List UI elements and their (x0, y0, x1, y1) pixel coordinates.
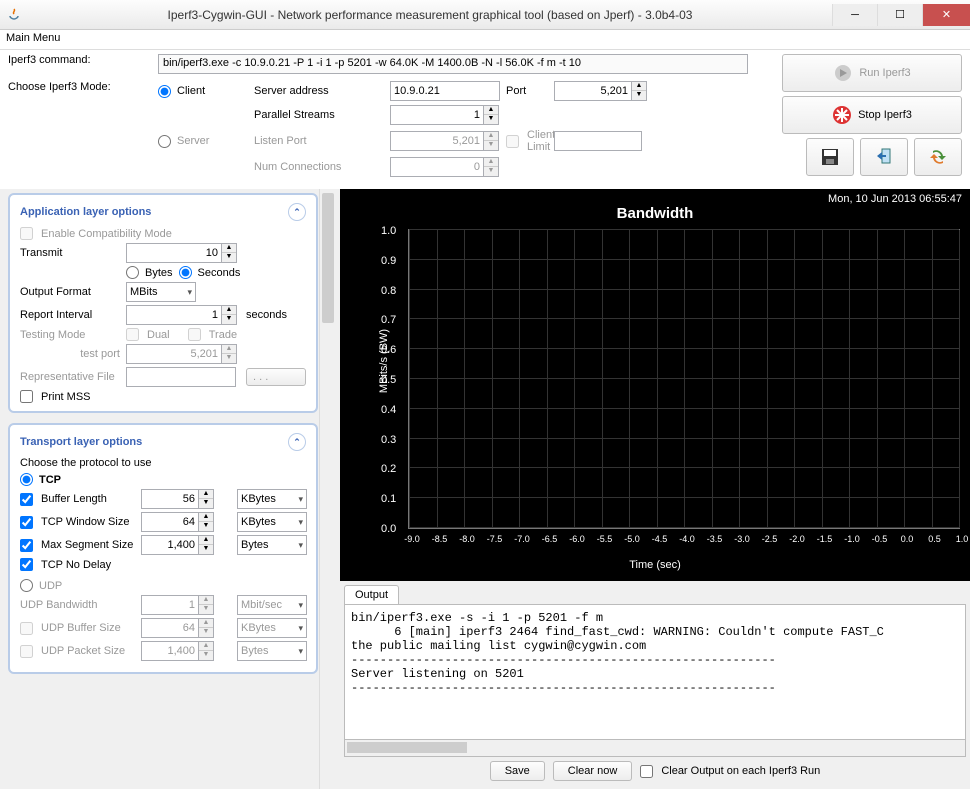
trans-layer-title: Transport layer options (20, 436, 142, 448)
udppkt-unit: Bytes (237, 641, 307, 661)
chart-timestamp: Mon, 10 Jun 2013 06:55:47 (828, 193, 962, 205)
server-addr-field[interactable] (390, 81, 500, 101)
udp-radio[interactable]: UDP (20, 579, 306, 592)
collapse-icon[interactable]: ⌃ (288, 433, 306, 451)
buflen-field[interactable] (141, 489, 199, 509)
seconds-radio[interactable]: Seconds (179, 266, 241, 279)
save-button[interactable]: Save (490, 761, 545, 781)
minimize-button[interactable]: ─ (832, 4, 877, 26)
mss-unit[interactable]: Bytes (237, 535, 307, 555)
window-title: Iperf3-Cygwin-GUI - Network performance … (28, 8, 832, 22)
parallel-field[interactable] (390, 105, 484, 125)
testport-field (126, 344, 222, 364)
transport-layer-panel: Transport layer options ⌃ Choose the prot… (8, 423, 318, 674)
bandwidth-chart: Mon, 10 Jun 2013 06:55:47 Bandwidth MBit… (340, 189, 970, 581)
port-spinner[interactable]: ▲▼ (632, 81, 647, 101)
run-icon (833, 63, 853, 83)
transmit-label: Transmit (20, 247, 120, 259)
client-limit-field (554, 131, 642, 151)
cmd-label: Iperf3 command: (8, 54, 148, 66)
stop-button[interactable]: Stop Iperf3 (782, 96, 962, 134)
udpbuf-unit: KBytes (237, 618, 307, 638)
refresh-icon (927, 146, 949, 168)
mss-check[interactable] (20, 539, 33, 552)
tcpwin-unit[interactable]: KBytes (237, 512, 307, 532)
transmit-field[interactable] (126, 243, 222, 263)
output-panel: Output bin/iperf3.exe -s -i 1 -p 5201 -f… (340, 581, 970, 789)
chart-xlabel: Time (sec) (629, 559, 681, 571)
server-addr-label: Server address (254, 85, 384, 97)
tcpwin-check[interactable] (20, 516, 33, 529)
close-button[interactable]: ✕ (922, 4, 970, 26)
output-hscroll[interactable] (344, 740, 966, 757)
client-limit-check: Client Limit (506, 129, 548, 153)
repint-field[interactable] (126, 305, 222, 325)
udppkt-field (141, 641, 199, 661)
export-icon-button[interactable] (860, 138, 908, 176)
server-radio[interactable]: Server (158, 135, 248, 148)
repfile-field (126, 367, 236, 387)
clear-button[interactable]: Clear now (553, 761, 633, 781)
main-menu[interactable]: Main Menu (6, 32, 60, 44)
options-pane: Application layer options⌃ Enable Compat… (0, 189, 340, 789)
stop-icon (832, 105, 852, 125)
menu-bar: Main Menu (0, 30, 970, 50)
tcp-radio[interactable]: TCP (20, 473, 306, 486)
floppy-icon (819, 146, 841, 168)
bytes-radio[interactable]: Bytes (126, 266, 173, 279)
mode-label: Choose Iperf3 Mode: (8, 81, 148, 93)
printmss-check[interactable] (20, 390, 33, 403)
listen-field (390, 131, 484, 151)
buflen-unit[interactable]: KBytes (237, 489, 307, 509)
outfmt-select[interactable]: MBits (126, 282, 196, 302)
maximize-button[interactable]: ☐ (877, 4, 922, 26)
app-layer-panel: Application layer options⌃ Enable Compat… (8, 193, 318, 413)
run-button[interactable]: Run Iperf3 (782, 54, 962, 92)
repfile-label: Representative File (20, 371, 120, 383)
output-tab[interactable]: Output (344, 585, 399, 604)
port-field[interactable] (554, 81, 632, 101)
outfmt-label: Output Format (20, 286, 120, 298)
testmode-label: Testing Mode (20, 329, 120, 341)
parallel-label: Parallel Streams (254, 109, 384, 121)
save-icon-button[interactable] (806, 138, 854, 176)
refresh-icon-button[interactable] (914, 138, 962, 176)
repint-label: Report Interval (20, 309, 120, 321)
browse-button: . . . (246, 368, 306, 386)
left-scrollbar[interactable] (319, 189, 336, 789)
mss-field[interactable] (141, 535, 199, 555)
udpbw-field (141, 595, 199, 615)
command-field[interactable]: bin/iperf3.exe -c 10.9.0.21 -P 1 -i 1 -p… (158, 54, 748, 74)
chart-title: Bandwidth (344, 205, 966, 222)
buflen-check[interactable] (20, 493, 33, 506)
protocol-label: Choose the protocol to use (20, 457, 306, 469)
java-icon (6, 7, 22, 23)
compat-check (20, 227, 33, 240)
nodelay-check[interactable] (20, 558, 33, 571)
listen-label: Listen Port (254, 135, 384, 147)
window-titlebar: Iperf3-Cygwin-GUI - Network performance … (0, 0, 970, 30)
port-label: Port (506, 85, 548, 97)
output-text[interactable]: bin/iperf3.exe -s -i 1 -p 5201 -f m 6 [m… (344, 604, 966, 740)
numconn-field (390, 157, 484, 177)
parallel-spinner[interactable]: ▲▼ (484, 105, 499, 125)
client-radio[interactable]: Client (158, 85, 248, 98)
tcpwin-field[interactable] (141, 512, 199, 532)
numconn-label: Num Connections (254, 161, 384, 173)
collapse-icon[interactable]: ⌃ (288, 203, 306, 221)
udpbuf-field (141, 618, 199, 638)
clear-each-check[interactable] (640, 765, 653, 778)
app-layer-title: Application layer options (20, 206, 151, 218)
udpbw-unit: Mbit/sec (237, 595, 307, 615)
export-icon (873, 146, 895, 168)
